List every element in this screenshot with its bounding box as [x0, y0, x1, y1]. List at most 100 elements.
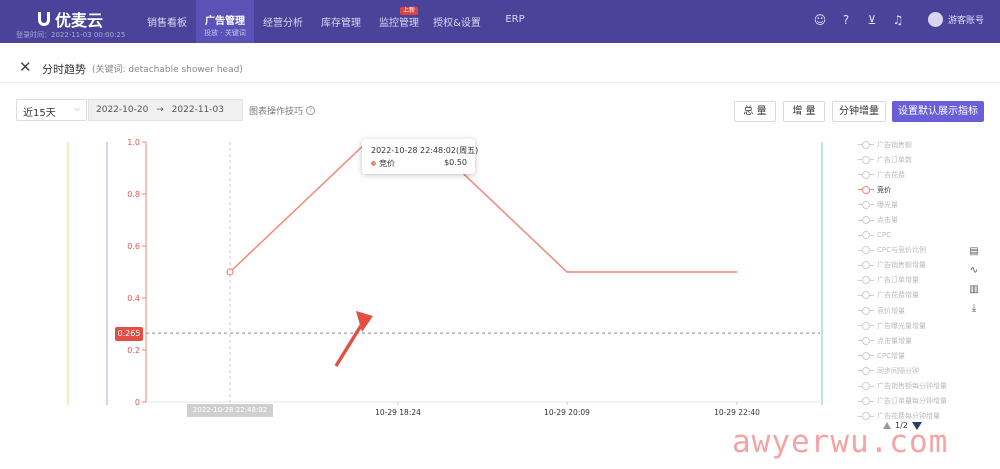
- tooltip-value: $0.50: [444, 158, 467, 167]
- page-header: ✕ 分时趋势 (关键词: detachable shower head): [0, 52, 1000, 82]
- legend-item[interactable]: 广告花费: [858, 167, 968, 182]
- y-tick-label: 0.4: [127, 294, 140, 303]
- legend-label: 广告曝光量增量: [877, 321, 926, 330]
- customer-service-icon[interactable]: ☺: [813, 13, 827, 27]
- nav-item[interactable]: ERP: [486, 0, 544, 43]
- y-tick-label: 1.0: [127, 138, 140, 147]
- nav-item-label: 库存管理: [321, 18, 361, 29]
- close-icon[interactable]: ✕: [19, 58, 32, 76]
- nav-item-label: ERP: [505, 14, 525, 25]
- legend-marker-icon: [858, 291, 874, 300]
- legend-marker-icon: [858, 351, 874, 360]
- chart-tooltip: 2022-10-28 22:48:02(周五) 竞价 $0.50: [362, 139, 479, 174]
- legend-item[interactable]: 广告订单增量: [858, 273, 968, 288]
- brand-logo[interactable]: 优麦云: [38, 7, 103, 31]
- tooltip-time: 2022-10-28 22:48:02(周五): [371, 146, 479, 155]
- legend-marker-icon: [858, 397, 874, 406]
- chart-tips[interactable]: 图表操作技巧 ?: [249, 104, 316, 117]
- y-tick-label: 0.8: [127, 190, 140, 199]
- legend-label: 广告订单量每分钟增量: [877, 397, 947, 406]
- legend-item[interactable]: 竞价: [858, 182, 968, 197]
- help-icon[interactable]: ?: [839, 13, 853, 27]
- top-navigation-bar: 优麦云 登录时间：2022-11-03 00:00:25 销售看板 广告管理投放 …: [0, 0, 1000, 43]
- legend-label: 广告花费: [877, 170, 905, 179]
- legend-item[interactable]: 点击量: [858, 212, 968, 227]
- legend-marker-icon: [858, 200, 874, 209]
- nav-item-label: 授权&设置: [433, 18, 481, 29]
- legend-label: 点击量增量: [877, 336, 912, 345]
- legend-marker-icon: [858, 276, 874, 285]
- legend-item[interactable]: 广告销售额: [858, 137, 968, 152]
- legend-marker-icon: [858, 140, 874, 149]
- legend-item[interactable]: 广告销售额每分钟增量: [858, 379, 968, 394]
- question-icon: ?: [306, 105, 316, 115]
- legend-item[interactable]: 广告订单量每分钟增量: [858, 394, 968, 409]
- legend-item[interactable]: 广告曝光量增量: [858, 318, 968, 333]
- nav-item[interactable]: 广告管理投放 · 关键词: [196, 0, 254, 43]
- end-date: 2022-11-03: [171, 105, 224, 115]
- range-select[interactable]: 近15天 ⌵: [16, 99, 87, 121]
- data-view-icon[interactable]: ▤: [968, 246, 980, 258]
- chevron-down-icon: ⌵: [73, 104, 80, 113]
- default-metric-button[interactable]: 设置默认展示指标: [892, 101, 984, 122]
- legend-item[interactable]: CPC增量: [858, 348, 968, 363]
- y-tick-label: 0: [135, 398, 140, 407]
- y-tick-label: 0.6: [127, 242, 140, 251]
- legend-item[interactable]: 竞价增量: [858, 303, 968, 318]
- nav-item[interactable]: 销售看板: [138, 0, 196, 43]
- minute-increment-button[interactable]: 分钟增量: [832, 101, 886, 122]
- trend-chart[interactable]: 1.0 0.8 0.6 0.4 0.2 0 10-29 18:24 10-29 20:09 10…: [0, 130, 850, 430]
- date-arrow: →: [156, 105, 164, 115]
- series-point: [226, 268, 234, 276]
- legend-label: CPC与竞价比例: [877, 246, 926, 255]
- header-divider: [0, 82, 1000, 83]
- login-time: 登录时间：2022-11-03 00:00:25: [16, 31, 126, 39]
- download-icon[interactable]: ⤓: [968, 303, 980, 315]
- filter-bar: 近15天 ⌵ 2022-10-20 → 2022-11-03 图表操作技巧 ?: [16, 99, 316, 121]
- nav-item-label: 广告管理: [205, 16, 245, 27]
- nav-item[interactable]: 经营分析: [254, 0, 312, 43]
- date-range-picker[interactable]: 2022-10-20 → 2022-11-03: [88, 99, 243, 121]
- cart-icon[interactable]: ⊻: [865, 13, 879, 27]
- total-button[interactable]: 总 量: [734, 101, 776, 122]
- legend-item[interactable]: 曝光量: [858, 197, 968, 212]
- tooltip-series-name: 竞价: [379, 159, 395, 168]
- legend-marker-icon: [858, 261, 874, 270]
- legend-item[interactable]: 广告销售额增量: [858, 258, 968, 273]
- bar-chart-icon[interactable]: ▥: [968, 284, 980, 296]
- legend-label: CPC增量: [877, 351, 905, 360]
- legend-item[interactable]: 广告订单数: [858, 152, 968, 167]
- nav-item-sub: 投放 · 关键词: [204, 29, 246, 37]
- legend-label: 广告订单增量: [877, 276, 919, 285]
- user-menu[interactable]: 游客账号: [927, 12, 984, 27]
- nav-item[interactable]: 库存管理: [312, 0, 370, 43]
- x-tick-label: 10-29 18:24: [375, 408, 421, 417]
- user-name: 游客账号: [947, 16, 984, 26]
- nav-item[interactable]: 授权&设置: [428, 0, 486, 43]
- legend-label: 同步间隔分钟: [877, 366, 919, 375]
- legend-item[interactable]: 广告花费增量: [858, 288, 968, 303]
- increment-button[interactable]: 增 量: [783, 101, 825, 122]
- nav-item[interactable]: 监控管理 上新: [370, 0, 428, 43]
- brand-logo-icon: [38, 12, 50, 26]
- legend-label: 广告订单数: [877, 155, 912, 164]
- annotation-arrow: [334, 323, 364, 367]
- header-icons: ☺ ? ⊻ ♫: [813, 13, 905, 27]
- legend-marker-icon: [858, 321, 874, 330]
- legend-label: 广告销售额: [877, 140, 912, 149]
- chart-toolbox: ▤ ∿ ▥ ⤓: [968, 246, 980, 315]
- bell-icon[interactable]: ♫: [891, 13, 905, 27]
- legend-marker-icon: [858, 382, 874, 391]
- main-nav: 销售看板 广告管理投放 · 关键词 经营分析 库存管理 监控管理 上新 授权&设置 ERP: [138, 0, 544, 43]
- legend-item[interactable]: 点击量增量: [858, 333, 968, 348]
- crosshair-y-label: 0.265: [115, 327, 143, 341]
- legend-item[interactable]: 同步间隔分钟: [858, 363, 968, 378]
- legend-label: 广告销售额增量: [877, 261, 926, 270]
- legend-marker-icon: [858, 185, 874, 194]
- legend-item[interactable]: CPC与竞价比例: [858, 243, 968, 258]
- legend-item[interactable]: CPC: [858, 228, 968, 243]
- line-chart-icon[interactable]: ∿: [968, 265, 980, 277]
- legend-marker-icon: [858, 366, 874, 375]
- legend-marker-icon: [858, 412, 874, 421]
- brand-name: 优麦云: [55, 11, 104, 30]
